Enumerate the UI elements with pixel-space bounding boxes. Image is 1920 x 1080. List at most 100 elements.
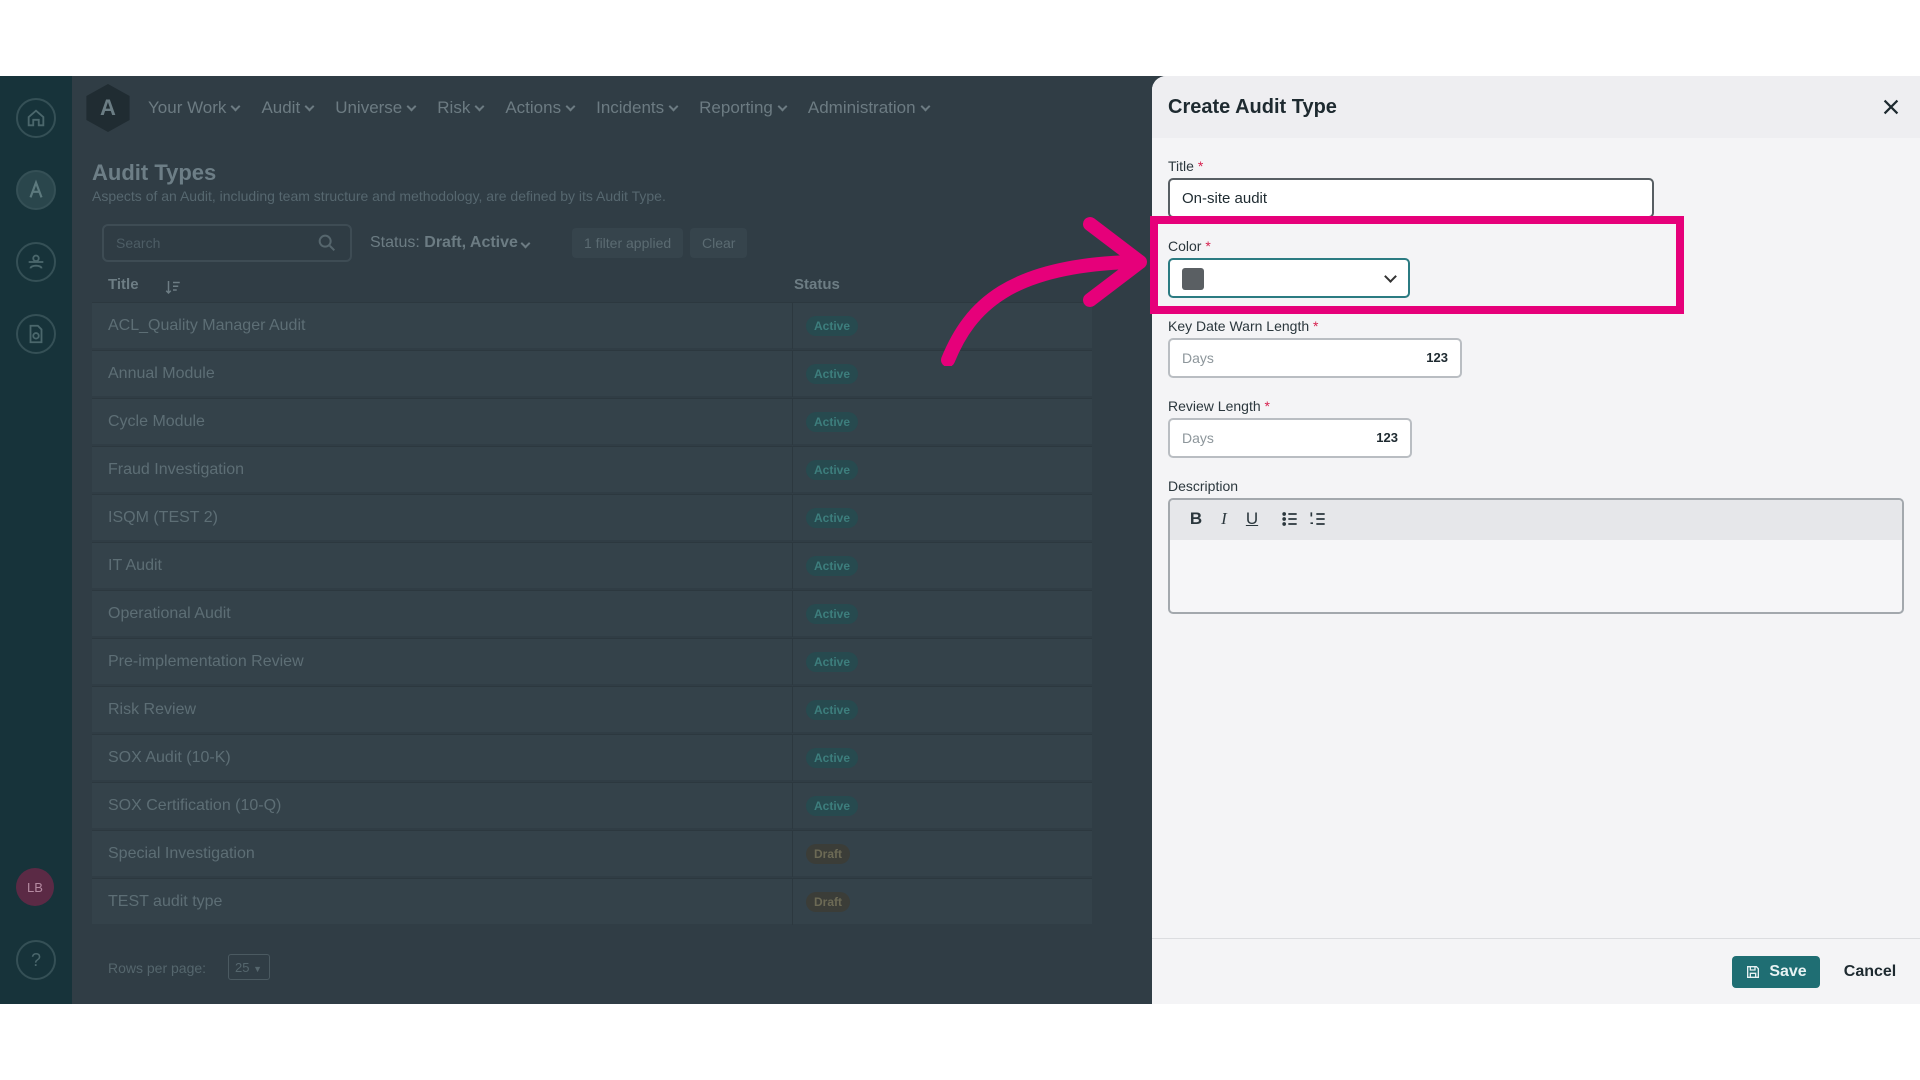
table-row[interactable]: Risk Review Active xyxy=(92,686,1092,733)
required-mark: * xyxy=(1197,158,1204,174)
table-row[interactable]: Operational Audit Active xyxy=(92,590,1092,637)
panel-title: Create Audit Type xyxy=(1168,96,1337,118)
chevron-down-icon: ▼ xyxy=(253,964,263,974)
sort-icon[interactable] xyxy=(164,278,182,296)
key-date-warn-label-text: Key Date Warn Length xyxy=(1168,318,1310,334)
panel-footer-divider xyxy=(1152,938,1920,939)
search-icon[interactable] xyxy=(316,232,338,254)
italic-button[interactable]: I xyxy=(1214,509,1234,531)
home-icon[interactable] xyxy=(16,98,56,138)
nav-risk[interactable]: Risk xyxy=(437,98,485,118)
user-avatar[interactable]: LB xyxy=(16,868,54,906)
help-icon[interactable]: ? xyxy=(16,940,56,980)
save-button-label: Save xyxy=(1769,963,1807,980)
status-badge: Active xyxy=(806,508,859,528)
status-badge: Active xyxy=(806,700,859,720)
clear-filters-button[interactable]: Clear xyxy=(690,228,748,258)
column-divider xyxy=(792,495,793,541)
review-length-input[interactable]: Days 123 xyxy=(1168,418,1412,458)
nav-universe[interactable]: Universe xyxy=(335,98,417,118)
nav-label: Actions xyxy=(505,98,562,117)
nav-reporting[interactable]: Reporting xyxy=(699,98,788,118)
brand-logo[interactable]: A xyxy=(86,84,130,132)
status-badge: Active xyxy=(806,604,859,624)
row-title: Risk Review xyxy=(108,701,197,718)
rows-per-page-select[interactable]: 25 ▼ xyxy=(228,954,270,980)
row-title: ACL_Quality Manager Audit xyxy=(108,317,306,334)
panel-header: Create Audit Type xyxy=(1152,76,1920,138)
column-divider xyxy=(792,303,793,349)
status-filter[interactable]: Status: Draft, Active xyxy=(370,234,531,252)
nav-label: Audit xyxy=(261,98,301,117)
status-badge: Active xyxy=(806,412,859,432)
nav-audit[interactable]: Audit xyxy=(261,98,315,118)
close-icon[interactable] xyxy=(1880,96,1902,118)
highlight-box xyxy=(1150,216,1684,314)
row-title: SOX Audit (10-K) xyxy=(108,749,231,766)
pointer-arrow-icon xyxy=(941,217,1147,366)
row-title: Annual Module xyxy=(108,365,215,382)
table-row[interactable]: TEST audit type Draft xyxy=(92,878,1092,925)
rows-per-page-value: 25 xyxy=(235,960,250,975)
review-length-label: Review Length * xyxy=(1168,398,1270,414)
review-length-placeholder: Days xyxy=(1182,430,1214,446)
chevron-down-icon xyxy=(474,101,485,111)
row-title: ISQM (TEST 2) xyxy=(108,509,218,526)
chevron-down-icon xyxy=(406,101,417,111)
chevron-down-icon xyxy=(304,101,315,111)
cancel-button[interactable]: Cancel xyxy=(1832,956,1908,988)
team-icon[interactable] xyxy=(16,242,56,282)
column-header-title[interactable]: Title xyxy=(108,276,139,293)
review-length-label-text: Review Length xyxy=(1168,398,1261,414)
table-row[interactable]: ISQM (TEST 2) Active xyxy=(92,494,1092,541)
chevron-down-icon xyxy=(230,101,241,111)
filter-count-chip: 1 filter applied xyxy=(572,228,684,258)
app-logo-icon[interactable] xyxy=(16,170,56,210)
column-header-status[interactable]: Status xyxy=(794,276,840,293)
column-divider xyxy=(792,879,793,925)
document-icon[interactable] xyxy=(16,314,56,354)
description-label: Description xyxy=(1168,478,1239,494)
save-button[interactable]: Save xyxy=(1732,956,1820,988)
chevron-down-icon xyxy=(668,101,679,111)
search-input[interactable]: Search xyxy=(102,224,352,262)
table-row[interactable]: Special Investigation Draft xyxy=(92,830,1092,877)
bold-button[interactable]: B xyxy=(1186,509,1206,531)
key-date-warn-input[interactable]: Days 123 xyxy=(1168,338,1462,378)
column-divider xyxy=(792,735,793,781)
underline-button[interactable]: U xyxy=(1242,509,1262,531)
table-row[interactable]: Cycle Module Active xyxy=(92,398,1092,445)
table-row[interactable]: Pre-implementation Review Active xyxy=(92,638,1092,685)
nav-actions[interactable]: Actions xyxy=(505,98,576,118)
table-row[interactable]: Fraud Investigation Active xyxy=(92,446,1092,493)
status-badge: Active xyxy=(806,460,859,480)
column-divider xyxy=(792,399,793,445)
rows-per-page-label: Rows per page: xyxy=(108,960,207,976)
number-type-icon: 123 xyxy=(1426,350,1448,365)
column-divider xyxy=(792,639,793,685)
table-row[interactable]: SOX Audit (10-K) Active xyxy=(92,734,1092,781)
title-input[interactable]: On-site audit xyxy=(1168,178,1654,218)
nav-incidents[interactable]: Incidents xyxy=(596,98,679,118)
status-badge: Active xyxy=(806,748,859,768)
brand-logo-letter: A xyxy=(100,95,116,120)
column-divider xyxy=(792,447,793,493)
column-divider xyxy=(792,543,793,589)
column-divider xyxy=(792,591,793,637)
title-label: Title * xyxy=(1168,158,1203,174)
nav-administration[interactable]: Administration xyxy=(808,98,931,118)
nav-label: Your Work xyxy=(148,98,227,117)
status-badge: Active xyxy=(806,652,859,672)
description-editor[interactable]: B I U xyxy=(1168,498,1904,614)
numbered-list-icon[interactable] xyxy=(1308,509,1328,531)
column-divider xyxy=(792,831,793,877)
table-row[interactable]: SOX Certification (10-Q) Active xyxy=(92,782,1092,829)
key-date-warn-label: Key Date Warn Length * xyxy=(1168,318,1318,334)
nav-your-work[interactable]: Your Work xyxy=(148,98,241,118)
bullet-list-icon[interactable] xyxy=(1280,509,1300,531)
status-filter-value: Draft, Active xyxy=(424,234,518,251)
chevron-down-icon xyxy=(920,101,931,111)
status-badge: Active xyxy=(806,316,859,336)
status-filter-label: Status: xyxy=(370,234,420,251)
table-row[interactable]: IT Audit Active xyxy=(92,542,1092,589)
